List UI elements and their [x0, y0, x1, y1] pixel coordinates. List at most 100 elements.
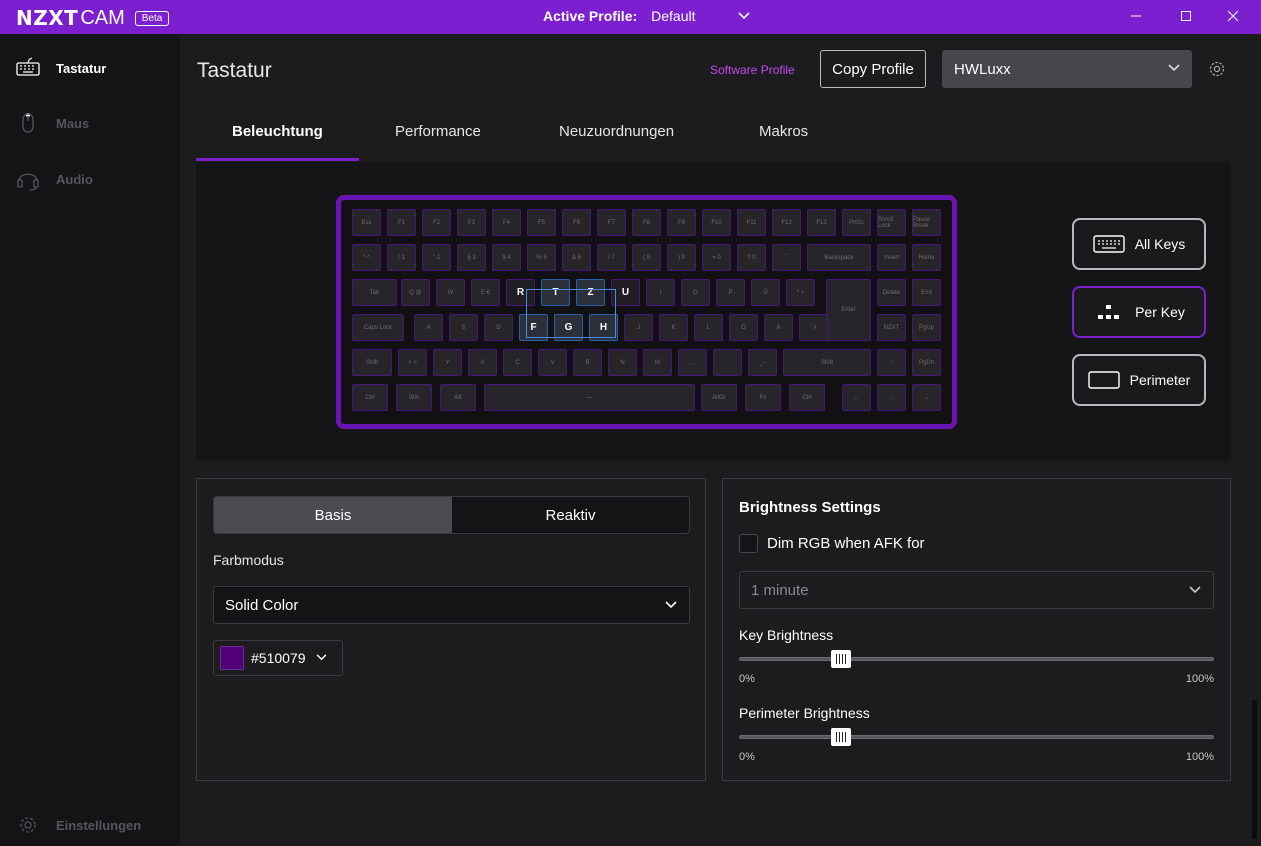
maximize-icon[interactable] [1180, 8, 1192, 25]
key[interactable]: ` ´ [772, 244, 801, 271]
all-keys-button[interactable]: All Keys [1072, 218, 1206, 270]
key[interactable]: : . [713, 349, 742, 376]
color-picker[interactable]: #510079 [213, 640, 343, 676]
key[interactable]: F1 [387, 209, 416, 236]
key[interactable]: C [503, 349, 532, 376]
key[interactable]: AltGr [701, 384, 737, 411]
perimeter-brightness-slider[interactable] [739, 728, 1214, 746]
key[interactable]: * + [786, 279, 815, 306]
key-brightness-slider[interactable] [739, 650, 1214, 668]
key[interactable]: > < [398, 349, 427, 376]
key[interactable]: — [484, 384, 695, 411]
key[interactable]: Alt [440, 384, 476, 411]
slider-thumb[interactable] [831, 728, 851, 746]
key[interactable]: Home [912, 244, 941, 271]
tab-beleuchtung[interactable]: Beleuchtung [232, 123, 323, 140]
key[interactable]: ' # [799, 314, 828, 341]
key[interactable]: F13 [807, 209, 836, 236]
tab-performance[interactable]: Performance [395, 123, 481, 140]
gear-icon[interactable] [1208, 60, 1226, 83]
key[interactable]: F3 [457, 209, 486, 236]
scrollbar-thumb[interactable] [1252, 700, 1257, 839]
dim-rgb-checkbox[interactable] [739, 534, 758, 553]
key[interactable]: ← [842, 384, 871, 411]
key[interactable]: W [436, 279, 465, 306]
segment-basis[interactable]: Basis [214, 497, 452, 533]
key[interactable]: P [716, 279, 745, 306]
key[interactable]: End [912, 279, 941, 306]
key[interactable]: Ä [764, 314, 793, 341]
key[interactable]: Backspace [807, 244, 871, 271]
key[interactable]: F12 [772, 209, 801, 236]
key[interactable]: Esc [352, 209, 381, 236]
key[interactable]: O [681, 279, 710, 306]
tab-makros[interactable]: Makros [759, 123, 808, 140]
key[interactable]: ° ^ [352, 244, 381, 271]
key[interactable]: Insert [877, 244, 906, 271]
software-profile-link[interactable]: Software Profile [710, 63, 795, 77]
sidebar-item-audio[interactable]: Audio [14, 165, 93, 193]
key[interactable]: J [624, 314, 653, 341]
sidebar-item-tastatur[interactable]: Tastatur [14, 54, 106, 82]
key[interactable]: Ü [751, 279, 780, 306]
key[interactable]: S [449, 314, 478, 341]
key[interactable]: ! 1 [387, 244, 416, 271]
segment-reaktiv[interactable]: Reaktiv [452, 497, 689, 533]
key[interactable]: PrtSc [842, 209, 871, 236]
key[interactable]: K [659, 314, 688, 341]
key[interactable]: F7 [597, 209, 626, 236]
key[interactable]: % 5 [527, 244, 556, 271]
key[interactable]: ? ß [737, 244, 766, 271]
key[interactable]: ) 9 [667, 244, 696, 271]
key[interactable]: D [484, 314, 513, 341]
key[interactable]: X [468, 349, 497, 376]
key[interactable]: ↑ [877, 349, 906, 376]
key[interactable]: " 2 [422, 244, 451, 271]
key[interactable]: Fn [745, 384, 781, 411]
key[interactable]: ; , [678, 349, 707, 376]
key[interactable]: PgDn [912, 349, 941, 376]
key[interactable]: F6 [562, 209, 591, 236]
settings-button[interactable]: Einstellungen [14, 811, 141, 839]
key[interactable]: $ 4 [492, 244, 521, 271]
key[interactable]: Ö [729, 314, 758, 341]
key[interactable]: E € [471, 279, 500, 306]
perimeter-button[interactable]: Perimeter [1072, 354, 1206, 406]
key[interactable]: & 6 [562, 244, 591, 271]
key[interactable]: V [538, 349, 567, 376]
key[interactable]: ↓ [877, 384, 906, 411]
key[interactable]: § 3 [457, 244, 486, 271]
key[interactable]: Ctrl [789, 384, 825, 411]
key[interactable]: → [912, 384, 941, 411]
key[interactable]: I [646, 279, 675, 306]
tab-neuzuordnungen[interactable]: Neuzuordnungen [559, 123, 674, 140]
slider-thumb[interactable] [831, 650, 851, 668]
key[interactable]: N [608, 349, 637, 376]
key[interactable]: / 7 [597, 244, 626, 271]
key[interactable]: Delete [877, 279, 906, 306]
key[interactable]: F5 [527, 209, 556, 236]
key[interactable]: F2 [422, 209, 451, 236]
key[interactable]: = 0 [702, 244, 731, 271]
key[interactable]: NZXT [877, 314, 906, 341]
minimize-icon[interactable] [1130, 8, 1142, 25]
key[interactable]: F11 [737, 209, 766, 236]
key[interactable]: F8 [632, 209, 661, 236]
copy-profile-button[interactable]: Copy Profile [820, 50, 926, 88]
per-key-button[interactable]: Per Key [1072, 286, 1206, 338]
key[interactable]: Shift [783, 349, 871, 376]
key[interactable]: F4 [492, 209, 521, 236]
key[interactable]: B [573, 349, 602, 376]
key[interactable]: Tab [352, 279, 397, 306]
key[interactable]: Caps Lock [352, 314, 404, 341]
key[interactable]: Y [433, 349, 462, 376]
key[interactable]: M [643, 349, 672, 376]
sidebar-item-maus[interactable]: Maus [14, 109, 89, 137]
key[interactable]: PgUp [912, 314, 941, 341]
profile-select[interactable]: HWLuxx [942, 50, 1192, 88]
key[interactable]: Enter [826, 279, 871, 341]
key[interactable]: Ctrl [352, 384, 388, 411]
key[interactable]: Q @ [401, 279, 430, 306]
afk-duration-select[interactable]: 1 minute [739, 571, 1214, 609]
key[interactable]: F10 [702, 209, 731, 236]
